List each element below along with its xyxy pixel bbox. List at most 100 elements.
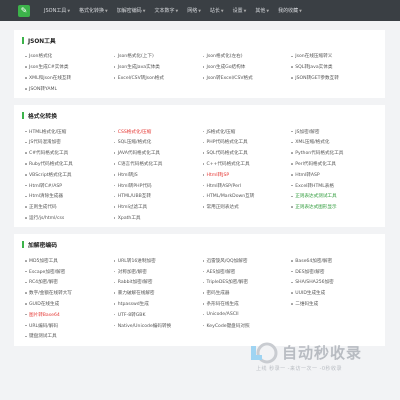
tool-link[interactable]: 暴力破解在线解密 (111, 288, 200, 299)
section-accent-bar (22, 241, 24, 249)
tool-link[interactable]: HTML/UBB互转 (111, 191, 200, 202)
nav-item[interactable]: 其他▼ (255, 7, 269, 14)
nav-item[interactable]: 站长▼ (210, 7, 224, 14)
tool-link[interactable]: XML压缩/格式化 (288, 137, 377, 148)
tool-link[interactable]: Perl代码格式化工具 (288, 159, 377, 170)
tool-link[interactable]: Json生成Go结构体 (200, 62, 289, 73)
tool-link[interactable]: JS加密/解密 (288, 126, 377, 137)
nav-item[interactable]: 加解密编码▼ (117, 7, 146, 14)
tool-link[interactable]: 对称加密/解密 (111, 266, 200, 277)
tool-link[interactable]: SQL代码格式化工具 (200, 148, 289, 159)
tool-link[interactable]: TripleDES加密/解密 (200, 277, 289, 288)
tool-link[interactable]: Json格式化(左右) (200, 51, 289, 62)
tool-link[interactable]: Xpath工具 (111, 213, 200, 224)
tool-link[interactable]: Json生成C#实体类 (22, 62, 111, 73)
tool-link[interactable]: UUID生成生成 (288, 288, 377, 299)
tool-link[interactable]: URL编码/解码 (22, 320, 111, 331)
tool-link[interactable]: Html转C#/ASP (22, 180, 111, 191)
tool-link[interactable]: Html转ASP/Perl (200, 180, 289, 191)
tool-link[interactable]: C++代码格式化工具 (200, 159, 289, 170)
tool-link[interactable]: VBScript格式化工具 (22, 169, 111, 180)
tool-link[interactable]: Json格式化 (22, 51, 111, 62)
tool-link[interactable]: Html清除生成器 (22, 191, 111, 202)
bullet-icon (291, 77, 293, 79)
tool-link-label: 正则生成代码 (29, 205, 57, 211)
tool-link[interactable]: Unicode/ASCII (200, 309, 289, 320)
tool-link[interactable]: Json转Excel/CSV格式 (200, 73, 289, 84)
tool-link[interactable]: Html过滤工具 (111, 202, 200, 213)
tool-link[interactable]: JAVA代码格式化工具 (111, 148, 200, 159)
tool-link[interactable]: C语言代码格式化工具 (111, 159, 200, 170)
chevron-down-icon: ▼ (67, 9, 71, 13)
tool-link[interactable]: AES加密/解密 (200, 266, 289, 277)
tool-link[interactable]: Json格式化(上下) (111, 51, 200, 62)
tool-link[interactable]: MD5加密工具 (22, 255, 111, 266)
tool-link[interactable]: Html转JS (111, 169, 200, 180)
tool-link[interactable]: Html转JSP (200, 169, 289, 180)
tool-link[interactable]: Json生成Java实体类 (111, 62, 200, 73)
tool-link[interactable]: 图片转Base64 (22, 309, 111, 320)
tool-link[interactable]: SHA/SHA256加密 (288, 277, 377, 288)
tool-link[interactable]: 正则表达式测试工具 (288, 191, 377, 202)
nav-item[interactable]: 格式化转换▼ (79, 7, 108, 14)
tool-link[interactable]: CSS格式化/压缩 (111, 126, 200, 137)
nav-item[interactable]: JSON工具▼ (44, 7, 70, 14)
tool-link[interactable]: SQL压缩/格式化 (111, 137, 200, 148)
tool-link-label: Excel/CSV转Json格式 (117, 75, 164, 81)
nav-item[interactable]: 我的收藏▼ (278, 7, 302, 14)
tool-link[interactable]: JS代码混淆加密 (22, 137, 111, 148)
tool-link[interactable]: URL转16进制加密 (111, 255, 200, 266)
tool-link[interactable]: 密码生成器 (200, 288, 289, 299)
nav-item[interactable]: 文本数字▼ (154, 7, 178, 14)
section-title-text: JSON工具 (28, 39, 56, 45)
tool-link[interactable]: 迅雷旋风/QQ加解密 (200, 255, 289, 266)
site-logo[interactable]: ✎ (18, 4, 30, 17)
tool-link[interactable]: 数字/金额在线转大写 (22, 288, 111, 299)
tool-link[interactable]: Json在线压缩转义 (288, 51, 377, 62)
nav-item[interactable]: 设置▼ (233, 7, 247, 14)
tool-link[interactable]: 常用正则表达式 (200, 202, 289, 213)
bullet-icon (291, 303, 293, 305)
chevron-down-icon: ▼ (105, 9, 108, 13)
nav-item[interactable]: 网络▼ (187, 7, 201, 14)
tool-link[interactable]: Excel/CSV转Json格式 (111, 73, 200, 84)
tool-link[interactable]: 二维码生成 (288, 299, 377, 310)
tool-link[interactable]: HTML格式化/压缩 (22, 126, 111, 137)
bullet-icon (113, 195, 116, 198)
tool-link[interactable]: Html转ASP (288, 169, 377, 180)
tool-link[interactable]: RC4加密/解密 (22, 277, 111, 288)
tool-link[interactable]: Rabbit加密/解密 (111, 277, 200, 288)
tool-link[interactable]: 条形码在线生成 (200, 299, 289, 310)
tool-link[interactable]: GUID在线生成 (22, 299, 111, 310)
tool-link[interactable]: 正则表达式图形显示 (288, 202, 377, 213)
bullet-icon (25, 335, 27, 338)
tool-link[interactable]: 正则生成代码 (22, 202, 111, 213)
tool-link[interactable]: KeyCode键盘码对照 (200, 320, 289, 331)
tool-link[interactable]: Base64加密/解密 (288, 255, 377, 266)
tool-link[interactable]: C#代码格式化工具 (22, 148, 111, 159)
tool-link[interactable]: Native/Unicode编码转换 (111, 320, 200, 331)
tool-link[interactable]: PHP代码格式化工具 (200, 137, 289, 148)
tool-link-label: 数字/金额在线转大写 (29, 291, 72, 297)
nav-item-label: 格式化转换 (79, 8, 105, 14)
tool-link[interactable]: Escape加密/解密 (22, 266, 111, 277)
tool-link[interactable]: SQL转Java实体类 (288, 62, 377, 73)
tool-link[interactable]: htpasswd生成 (111, 299, 200, 310)
bullet-icon (202, 77, 204, 79)
tool-link[interactable]: DES加密/解密 (288, 266, 377, 277)
bullet-icon (25, 55, 27, 58)
tool-link[interactable]: Excel转HTML表格 (288, 180, 377, 191)
tool-grid: MD5加密工具 URL转16进制加密 迅雷旋风/QQ加解密 Base64加密/解密 Es… (22, 255, 377, 341)
tool-link[interactable]: UTF-8转GBK (111, 309, 200, 320)
bullet-icon (25, 163, 27, 165)
tool-link[interactable]: 键盘测试工具 (22, 331, 111, 342)
tool-link[interactable]: Python代码格式化工具 (288, 148, 377, 159)
tool-link[interactable]: JSON转GET参数互转 (288, 73, 377, 84)
tool-link[interactable]: Html转PHP代码 (111, 180, 200, 191)
tool-link[interactable]: 运行/js/html/css (22, 213, 111, 224)
tool-link[interactable]: HTML/MarkDown互转 (200, 191, 289, 202)
tool-link[interactable]: XML和Json在线互转 (22, 73, 111, 84)
tool-link[interactable]: JSON转YAML (22, 83, 111, 94)
tool-link[interactable]: Ruby代码格式化工具 (22, 159, 111, 170)
tool-link[interactable]: JS格式化/压缩 (200, 126, 289, 137)
